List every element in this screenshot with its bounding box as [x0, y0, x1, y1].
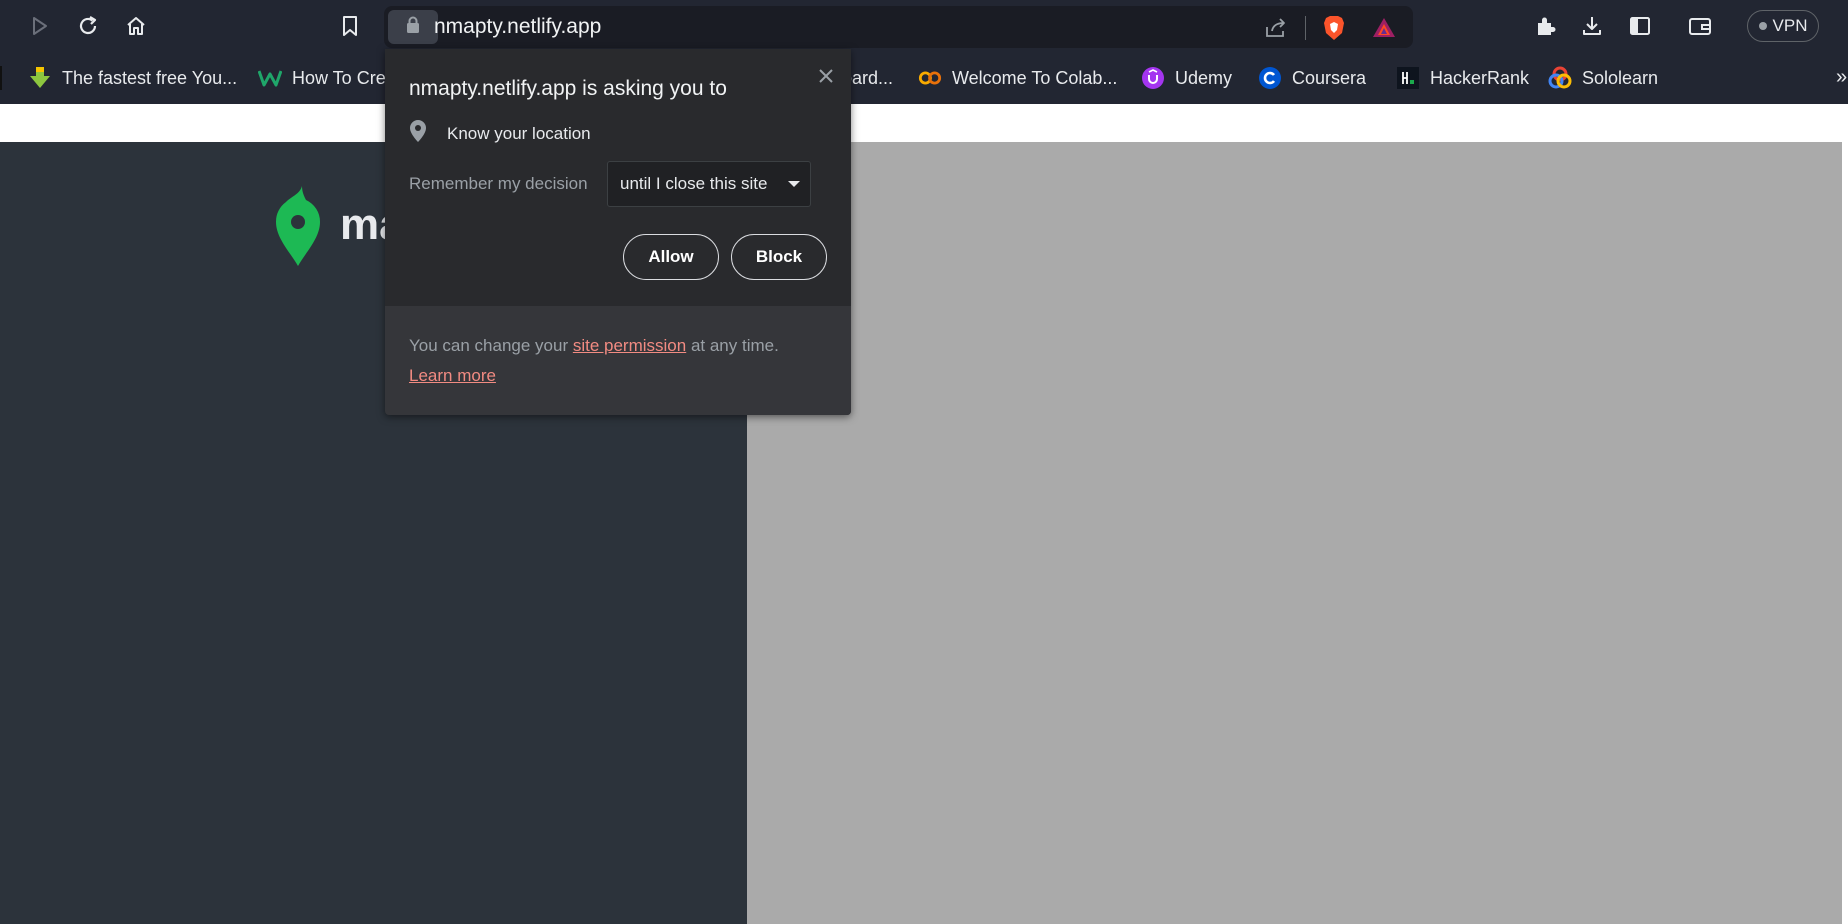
remember-label: Remember my decision — [409, 174, 588, 193]
location-pin-icon — [409, 119, 427, 148]
learn-more-link[interactable]: Learn more — [409, 366, 496, 385]
wallet-icon[interactable] — [1686, 12, 1714, 40]
popup-title: nmapty.netlify.app is asking you to — [409, 77, 727, 100]
url-text[interactable]: nmapty.netlify.app — [434, 15, 601, 39]
permission-text: Know your location — [447, 123, 591, 143]
bookmark-label: Welcome To Colab... — [952, 67, 1118, 88]
more-bookmarks-button[interactable]: » — [1836, 66, 1847, 89]
sololearn-icon — [1548, 66, 1572, 90]
page-top-strip — [0, 104, 1848, 142]
select-value: until I close this site — [620, 174, 768, 193]
url-separator — [1305, 16, 1306, 40]
footer-suffix: at any time. — [686, 336, 779, 355]
coursera-icon — [1258, 66, 1282, 90]
bookmark-page-icon[interactable] — [336, 12, 364, 40]
lock-icon — [406, 16, 420, 39]
hackerrank-icon — [1396, 66, 1420, 90]
reload-icon[interactable] — [74, 12, 102, 40]
bookmark-label: The fastest free You... — [62, 67, 238, 88]
vpn-button[interactable]: VPN — [1747, 10, 1819, 42]
map-area — [747, 142, 1842, 924]
bookmark-label: Udemy — [1175, 67, 1233, 88]
colab-icon — [918, 66, 942, 90]
brave-shields-icon[interactable] — [1320, 14, 1348, 42]
bookmark-item[interactable]: HackerRank — [1396, 64, 1529, 92]
bookmark-item[interactable]: How To Cre — [258, 64, 386, 92]
download-arrow-icon — [28, 66, 52, 90]
extensions-icon[interactable] — [1532, 12, 1560, 40]
bookmark-label: Sololearn — [1582, 67, 1659, 88]
w-logo-icon — [258, 66, 282, 90]
bookmarks-bar: The fastest free You... How To Cre board… — [0, 52, 1848, 104]
bookmark-item[interactable]: The fastest free You... — [28, 64, 237, 92]
share-icon[interactable] — [1262, 14, 1290, 42]
brave-rewards-icon[interactable] — [1370, 14, 1398, 42]
permission-row: Know your location — [409, 119, 591, 148]
block-button[interactable]: Block — [731, 234, 827, 280]
udemy-icon — [1141, 66, 1165, 90]
bookmark-item[interactable]: Sololearn — [1548, 64, 1658, 92]
bookmark-label: Coursera — [1292, 67, 1367, 88]
close-icon[interactable] — [813, 63, 839, 89]
site-info-button[interactable] — [388, 10, 438, 44]
footer-prefix: You can change your — [409, 336, 573, 355]
bookmark-item[interactable]: Udemy — [1141, 64, 1232, 92]
site-permission-link[interactable]: site permission — [573, 336, 686, 355]
partial-bookmark-icon — [0, 66, 2, 90]
bookmark-item[interactable]: Coursera — [1258, 64, 1366, 92]
map-pin-logo-icon — [272, 186, 324, 273]
footer-text: You can change your site permission at a… — [409, 336, 779, 356]
vpn-label: VPN — [1772, 16, 1808, 35]
remember-decision-select[interactable]: until I close this site — [607, 161, 811, 207]
learn-more-row: Learn more — [409, 366, 496, 386]
vpn-status-dot — [1758, 22, 1767, 30]
page-right-edge — [1842, 142, 1848, 924]
bookmark-item[interactable]: Welcome To Colab... — [918, 64, 1117, 92]
permission-popup: nmapty.netlify.app is asking you to Know… — [385, 49, 851, 415]
bookmark-label: How To Cre — [292, 67, 386, 88]
bookmark-label: HackerRank — [1430, 67, 1530, 88]
browser-toolbar: nmapty.netlify.app VPN — [0, 0, 1848, 52]
address-bar[interactable]: nmapty.netlify.app — [384, 6, 1413, 48]
downloads-icon[interactable] — [1578, 12, 1606, 40]
bookmark-partial[interactable] — [0, 64, 2, 92]
sidebar-icon[interactable] — [1626, 12, 1654, 40]
home-icon[interactable] — [122, 12, 150, 40]
popup-footer: You can change your site permission at a… — [385, 306, 851, 415]
allow-button[interactable]: Allow — [623, 234, 719, 280]
forward-icon[interactable] — [26, 12, 54, 40]
caret-down-icon — [788, 181, 800, 187]
